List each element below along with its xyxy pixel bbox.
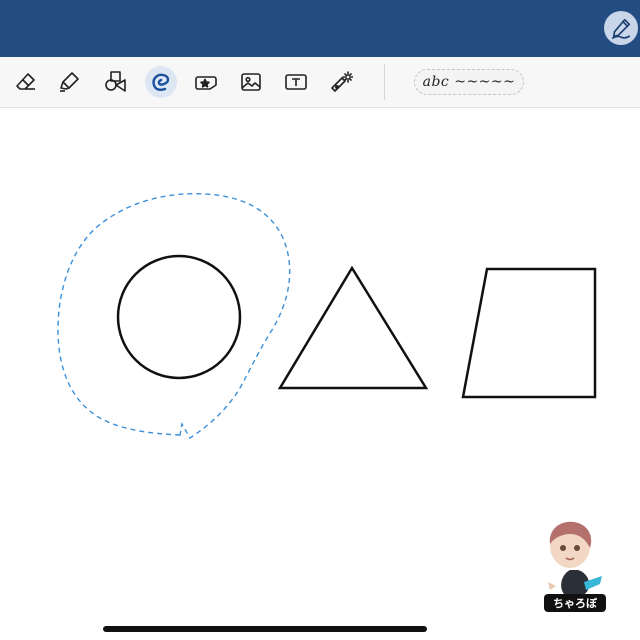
triangle-shape[interactable]: [277, 265, 429, 390]
annotation-toolbar: [0, 57, 640, 108]
mascot-label: ちゃろぼ: [544, 594, 606, 612]
text-box-icon: [285, 74, 307, 90]
laser-pointer-tool[interactable]: [325, 66, 357, 98]
circle-shape[interactable]: [116, 254, 242, 380]
eraser-tool[interactable]: [10, 66, 42, 98]
pen-mode-toggle[interactable]: [604, 11, 638, 45]
sticker-tool[interactable]: [190, 66, 222, 98]
lasso-tool[interactable]: [145, 66, 177, 98]
image-icon: [241, 73, 261, 91]
handwriting-input-chip[interactable]: abc ~~~~~: [414, 69, 524, 95]
trapezoid-shape[interactable]: [461, 267, 597, 399]
top-bar: [0, 0, 640, 57]
pen-icon: [611, 18, 631, 39]
lasso-icon: [152, 73, 170, 91]
eraser-icon: [16, 73, 35, 90]
sticker-icon: [195, 76, 217, 90]
toolbar-divider: [384, 64, 385, 100]
laser-pointer-icon: [331, 71, 353, 92]
highlighter-icon: [60, 72, 79, 92]
text-tool[interactable]: [280, 66, 312, 98]
highlighter-tool[interactable]: [53, 66, 85, 98]
lasso-selection-outline[interactable]: [57, 193, 291, 439]
shapes-icon: [105, 71, 126, 92]
home-indicator[interactable]: [103, 626, 427, 632]
image-tool[interactable]: [235, 66, 267, 98]
shapes-tool[interactable]: [99, 66, 131, 98]
